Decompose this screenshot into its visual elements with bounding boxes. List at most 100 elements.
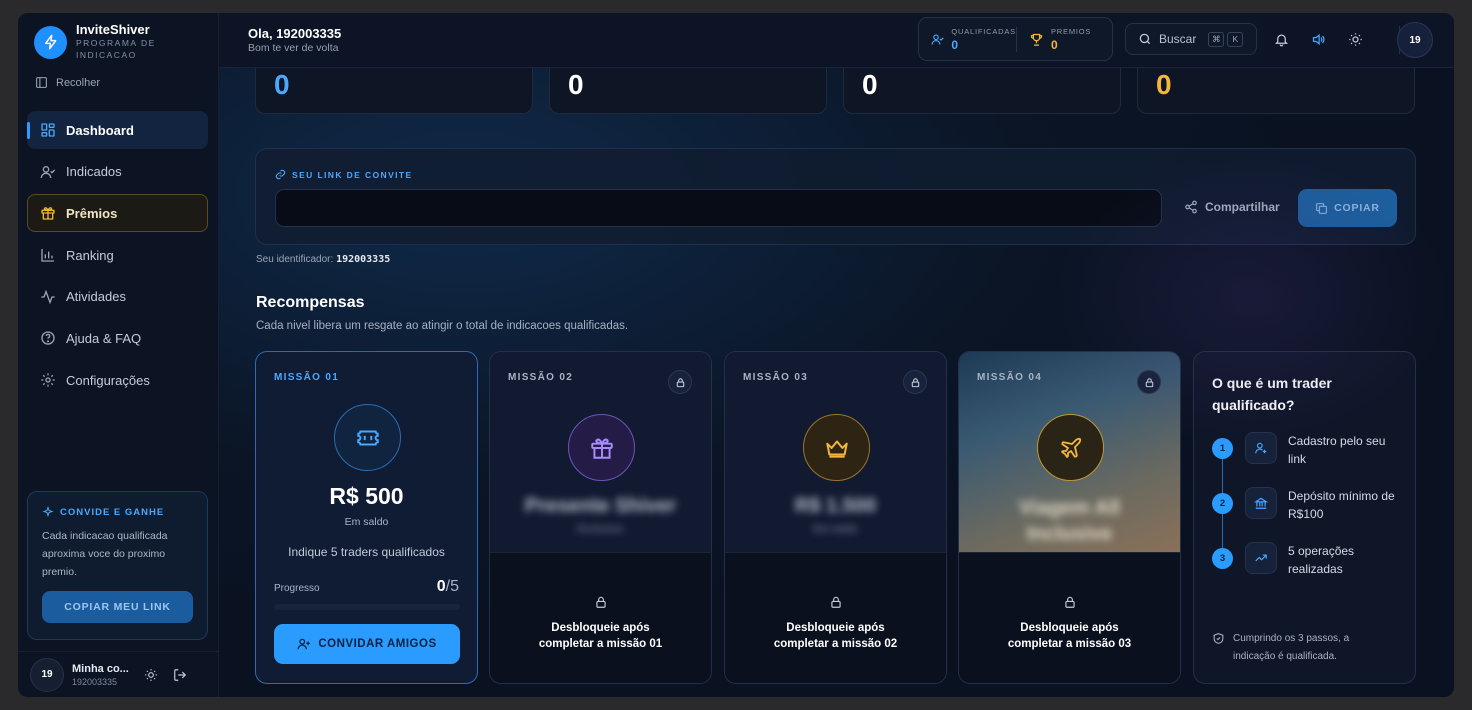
summary-card: 0	[549, 68, 827, 114]
invite-link-card: SEU LINK DE CONVITE Compartilhar COPIAR	[255, 148, 1416, 245]
trophy-icon	[1030, 33, 1043, 46]
summary-value: 0	[274, 69, 290, 100]
lock-icon	[668, 370, 692, 394]
invite-promo-title: CONVIDE E GANHE	[60, 506, 165, 518]
sidebar-toggle-icon	[36, 77, 47, 88]
header-stats: QUALIFICADAS 0 PREMIOS 0	[918, 17, 1113, 61]
progress-current: 0	[436, 578, 446, 595]
help-circle-icon	[41, 331, 55, 346]
sidebar-item-indicados[interactable]: Indicados	[27, 153, 208, 191]
sidebar-item-label: Prêmios	[66, 205, 118, 221]
user-check-icon	[40, 165, 56, 178]
mission-card-04[interactable]: MISSÃO 04 Viagem All Inclusive Desbloque…	[958, 351, 1181, 684]
copy-label: COPIAR	[1334, 202, 1380, 214]
avatar[interactable]: 19	[1397, 22, 1433, 58]
qualified-step: 2 Depósito mínimo de R$100	[1212, 487, 1396, 523]
invite-promo-box: CONVIDE E GANHE Cada indicacao qualifica…	[27, 491, 208, 640]
collapse-label: Recolher	[56, 76, 101, 89]
lock-icon	[1137, 370, 1161, 394]
sidebar-item-label: Ranking	[66, 247, 114, 263]
summary-card: 0	[843, 68, 1121, 114]
lock-icon	[903, 370, 927, 394]
logout-icon[interactable]	[173, 668, 187, 682]
mission-card-01[interactable]: MISSÃO 01 R$ 500 Em saldo Indique 5 trad…	[255, 351, 478, 684]
sidebar-item-atividades[interactable]: Atividades	[27, 278, 208, 316]
gift-icon	[41, 207, 55, 221]
stat-value: 0	[1051, 37, 1058, 52]
sun-icon[interactable]	[1348, 32, 1363, 47]
bar-chart-icon	[41, 249, 54, 262]
stat-qualificadas[interactable]: QUALIFICADAS 0	[919, 27, 1016, 52]
progress-label: Progresso	[274, 583, 320, 594]
step-text: 5 operações realizadas	[1288, 544, 1355, 576]
identifier-label: Seu identificador:	[256, 254, 334, 265]
stat-label: PREMIOS	[1051, 26, 1092, 36]
invite-link-input[interactable]	[275, 189, 1162, 227]
volume-icon[interactable]	[1311, 32, 1326, 47]
gift-icon	[568, 414, 635, 481]
main-content: 0 0 0 0 SEU LINK DE CONVITE Compartilhar…	[219, 68, 1454, 697]
stat-value: 0	[951, 37, 959, 52]
invite-friends-button[interactable]: CONVIDAR AMIGOS	[274, 624, 460, 664]
kbd-k: K	[1227, 31, 1244, 47]
unlock-text-2: completar a missão 02	[773, 638, 898, 650]
mission-description: Indique 5 traders qualificados	[288, 545, 445, 559]
identifier: Seu identificador: 192003335	[256, 254, 390, 265]
summary-value: 0	[568, 69, 584, 100]
progress-bar	[274, 604, 460, 610]
bell-icon[interactable]	[1274, 32, 1289, 47]
summary-card: 0	[255, 68, 533, 114]
copy-link-button[interactable]: COPIAR	[1298, 189, 1397, 227]
qualified-footer-text: Cumprindo os 3 passos, a indicação é qua…	[1233, 633, 1350, 662]
mission-value: R$ 500	[329, 483, 404, 509]
sidebar-item-label: Indicados	[66, 164, 122, 180]
qualified-step: 1 Cadastro pelo seu link	[1212, 432, 1396, 468]
avatar[interactable]: 19	[30, 657, 64, 692]
shield-check-icon	[1213, 633, 1224, 644]
grid-icon	[41, 123, 55, 137]
mission-card-03[interactable]: MISSÃO 03 R$ 1.500 Em saldo Desbloqueie …	[724, 351, 947, 684]
mission-card-02[interactable]: MISSÃO 02 Presente Shiver Exclusivo Desb…	[489, 351, 712, 684]
invite-friends-label: CONVIDAR AMIGOS	[318, 638, 437, 650]
sidebar-item-ranking[interactable]: Ranking	[27, 236, 208, 274]
trending-up-icon	[1245, 542, 1277, 574]
crown-icon	[803, 414, 870, 481]
invite-link-label: SEU LINK DE CONVITE	[292, 169, 413, 180]
search-button[interactable]: Buscar ⌘ K	[1125, 23, 1257, 55]
collapse-button[interactable]: Recolher	[35, 76, 100, 89]
summary-value: 0	[1156, 69, 1172, 100]
activity-icon	[41, 289, 55, 304]
sun-icon[interactable]	[144, 668, 158, 682]
stat-premios[interactable]: PREMIOS 0	[1016, 26, 1112, 52]
share-button[interactable]: Compartilhar	[1184, 200, 1280, 214]
sidebar-item-ajuda[interactable]: Ajuda & FAQ	[27, 319, 208, 357]
brand-name: InviteShiver	[76, 22, 150, 37]
rewards-subtitle: Cada nivel libera um resgate ao atingir …	[256, 320, 629, 332]
account-name[interactable]: Minha co...	[72, 663, 134, 675]
copy-icon	[1316, 202, 1328, 214]
sidebar-item-label: Ajuda & FAQ	[66, 330, 142, 346]
brand[interactable]: InviteShiver PROGRAMA DE INDICACAO	[34, 23, 166, 61]
identifier-value: 192003335	[336, 254, 391, 265]
copy-my-link-button[interactable]: COPIAR MEU LINK	[42, 591, 193, 623]
mission-label: MISSÃO 04	[977, 372, 1043, 383]
sidebar-item-label: Dashboard	[66, 122, 134, 138]
sidebar-nav: Dashboard Indicados Prêmios Ranking Ativ…	[27, 111, 208, 403]
gear-icon	[41, 373, 55, 387]
qualified-step: 3 5 operações realizadas	[1212, 542, 1396, 578]
greeting: Ola, 192003335	[248, 26, 342, 41]
search-label: Buscar	[1159, 32, 1197, 46]
sidebar-item-configuracoes[interactable]: Configurações	[27, 361, 208, 399]
rewards-title: Recompensas	[256, 294, 365, 311]
step-number: 2	[1212, 493, 1233, 514]
users-icon	[931, 33, 944, 45]
qualified-footer: Cumprindo os 3 passos, a indicação é qua…	[1212, 630, 1393, 666]
lock-icon	[830, 596, 841, 608]
unlock-text-2: completar a missão 01	[538, 638, 663, 650]
blurred-reward-caption: Exclusivo	[577, 524, 624, 535]
sidebar-item-premios[interactable]: Prêmios	[27, 194, 208, 233]
unlock-text-1: Desbloqueie após	[551, 622, 650, 634]
top-header: Ola, 192003335 Bom te ver de volta QUALI…	[219, 13, 1454, 68]
step-number: 3	[1212, 548, 1233, 569]
sidebar-item-dashboard[interactable]: Dashboard	[27, 111, 208, 149]
